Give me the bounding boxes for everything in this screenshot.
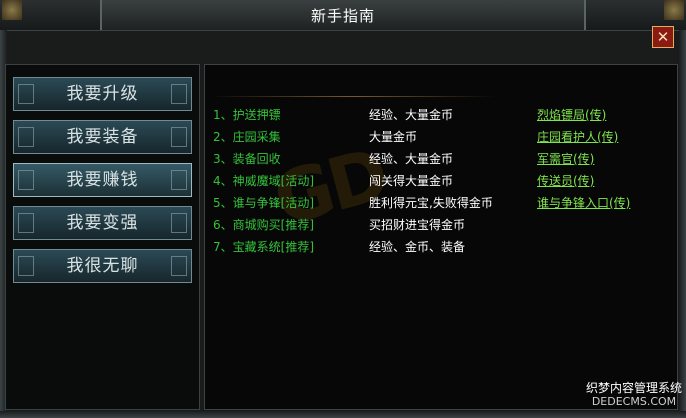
guide-row: 4、神威魔域[活动] 闯关得大量金币 传送员(传) <box>0 172 686 190</box>
menu-button-label: 我要升级 <box>66 84 139 104</box>
title-bar: 新手指南 <box>0 0 686 31</box>
guide-window: 新手指南 ✕ 我要升级 我要装备 我要赚钱 我要变强 我很无聊 GD 1、护送押… <box>0 0 686 418</box>
ornament-icon <box>171 256 187 276</box>
menu-button-label: 我很无聊 <box>66 256 139 276</box>
frame-edge <box>0 411 686 418</box>
guide-row: 3、装备回收 经验、大量金币 军需官(传) <box>0 150 686 168</box>
corner-ornament-icon <box>2 0 22 20</box>
window-title: 新手指南 <box>310 7 375 25</box>
corner-ornament-icon <box>664 0 684 20</box>
npc-teleport-link[interactable]: 军需官(传) <box>537 150 594 167</box>
npc-teleport-link[interactable]: 庄园看护人(传) <box>537 128 618 145</box>
npc-teleport-link[interactable]: 谁与争锋入口(传) <box>537 194 630 211</box>
task-reward: 胜利得元宝,失败得金币 <box>369 196 493 210</box>
guide-row: 2、庄园采集 大量金币 庄园看护人(传) <box>0 128 686 146</box>
task-reward: 大量金币 <box>369 130 418 144</box>
ornament-icon <box>18 84 34 104</box>
npc-teleport-link[interactable]: 烈焰镖局(传) <box>537 106 606 123</box>
task-name: 7、宝藏系统[推荐] <box>213 240 314 254</box>
task-name: 6、商城购买[推荐] <box>213 218 314 232</box>
task-name: 1、护送押镖 <box>213 108 281 122</box>
site-watermark: 织梦内容管理系统 DEDECMS.COM <box>586 381 683 409</box>
guide-row: 5、谁与争锋[活动] 胜利得元宝,失败得金币 谁与争锋入口(传) <box>0 194 686 212</box>
task-name: 4、神威魔域[活动] <box>213 174 314 188</box>
task-name: 5、谁与争锋[活动] <box>213 196 314 210</box>
site-name: 织梦内容管理系统 <box>586 381 683 395</box>
npc-teleport-link[interactable]: 传送员(传) <box>537 172 594 189</box>
task-name: 2、庄园采集 <box>213 130 281 144</box>
guide-row: 7、宝藏系统[推荐] 经验、金币、装备 <box>0 238 686 256</box>
guide-row: 6、商城购买[推荐] 买招财进宝得金币 <box>0 216 686 234</box>
ornament-icon <box>171 84 187 104</box>
task-reward: 经验、金币、装备 <box>369 240 466 254</box>
site-domain: DEDECMS.COM <box>591 395 677 408</box>
task-reward: 闯关得大量金币 <box>369 174 454 188</box>
task-reward: 买招财进宝得金币 <box>369 218 466 232</box>
ornament-icon <box>18 256 34 276</box>
task-reward: 经验、大量金币 <box>369 152 454 166</box>
task-name: 3、装备回收 <box>213 152 281 166</box>
guide-row: 1、护送押镖 经验、大量金币 烈焰镖局(传) <box>0 106 686 124</box>
divider <box>210 96 496 97</box>
close-button[interactable]: ✕ <box>652 26 674 48</box>
task-reward: 经验、大量金币 <box>369 108 454 122</box>
